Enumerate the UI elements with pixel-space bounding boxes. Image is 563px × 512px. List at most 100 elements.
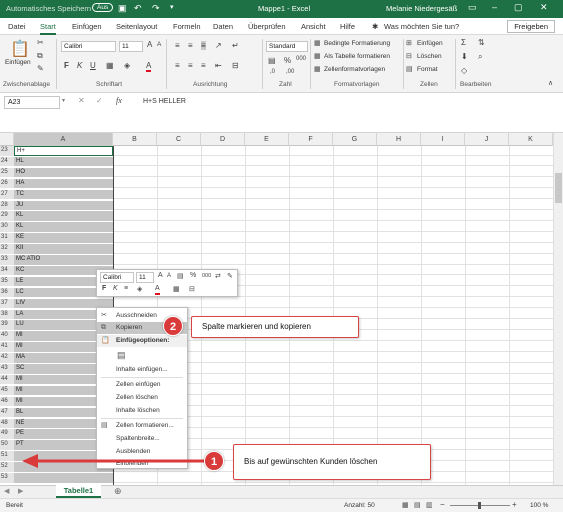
tab-seitenlayout[interactable]: Seitenlayout <box>116 22 157 31</box>
row-header[interactable]: 40 <box>0 331 14 341</box>
row-header[interactable]: 33 <box>0 255 14 265</box>
tab-hilfe[interactable]: Hilfe <box>340 22 355 31</box>
menu-item-paste-option[interactable]: ▤ <box>97 347 187 363</box>
column-header-c[interactable]: C <box>157 133 201 146</box>
table-row[interactable]: 41 MI <box>0 342 553 352</box>
search-input[interactable]: Was möchten Sie tun? <box>384 22 459 31</box>
menu-item-clear-contents[interactable]: Inhalte löschen <box>97 405 187 417</box>
table-row[interactable]: 47 BL <box>0 407 553 418</box>
row-header[interactable]: 27 <box>0 189 14 200</box>
tab-daten[interactable]: Daten <box>213 22 233 31</box>
autosave-toggle[interactable]: Aus <box>92 3 114 12</box>
tab-ansicht[interactable]: Ansicht <box>301 22 326 31</box>
align-center-icon[interactable]: ≡ <box>188 61 193 70</box>
cell-column-a[interactable]: HO <box>14 167 113 178</box>
delete-cells-button[interactable]: Löschen <box>417 53 442 60</box>
minimize-icon[interactable]: – <box>492 2 497 12</box>
format-as-table-icon[interactable]: ▦ <box>314 52 321 60</box>
cell-styles-button[interactable]: Zellenformatvorlagen <box>324 66 385 73</box>
row-header[interactable]: 47 <box>0 407 14 418</box>
row-header[interactable]: 29 <box>0 211 14 221</box>
tab-start[interactable]: Start <box>40 22 56 35</box>
bold-icon[interactable]: F <box>64 61 69 70</box>
row-header[interactable]: 31 <box>0 233 14 243</box>
table-row[interactable]: 44 MI <box>0 374 553 385</box>
close-icon[interactable]: ✕ <box>540 2 548 13</box>
autosum-icon[interactable]: Σ <box>461 38 466 47</box>
row-header[interactable]: 37 <box>0 298 14 309</box>
cell-column-a[interactable]: HL <box>14 156 113 167</box>
table-row[interactable]: 30 KL <box>0 222 553 232</box>
zoom-slider-thumb[interactable] <box>478 502 481 509</box>
table-row[interactable]: 48 NE <box>0 418 553 429</box>
row-header[interactable]: 26 <box>0 178 14 189</box>
column-header-h[interactable]: H <box>377 133 421 146</box>
table-row[interactable]: 37 LIV <box>0 298 553 309</box>
row-header[interactable]: 48 <box>0 418 14 429</box>
format-painter-icon[interactable]: ✎ <box>37 64 44 73</box>
column-header-k[interactable]: K <box>509 133 553 146</box>
currency-icon[interactable]: ▤ <box>268 56 276 65</box>
cell-column-a[interactable] <box>14 473 113 483</box>
fill-icon[interactable]: ⬇ <box>461 52 468 61</box>
row-header[interactable]: 25 <box>0 167 14 178</box>
menu-item-format-cells[interactable]: ▤ Zellen formatieren... <box>97 420 187 432</box>
page-break-icon[interactable]: ▥ <box>426 501 433 509</box>
decrease-decimal-icon[interactable]: ,00 <box>286 69 294 75</box>
scrollbar-thumb[interactable] <box>555 173 562 203</box>
tab-datei[interactable]: Datei <box>8 22 26 31</box>
cancel-icon[interactable]: ✕ <box>78 96 85 105</box>
column-header-g[interactable]: G <box>333 133 377 146</box>
sheet-next-icon[interactable]: ▶ <box>18 487 23 495</box>
row-header[interactable]: 50 <box>0 440 14 450</box>
row-header[interactable]: 23 <box>0 146 14 156</box>
cell-column-a[interactable]: MC ATIO <box>14 255 113 265</box>
insert-cells-button[interactable]: Einfügen <box>417 40 443 47</box>
mini-decimal-icon[interactable]: ⇄ <box>215 272 221 280</box>
table-row[interactable]: 43 SC <box>0 364 553 374</box>
align-bottom-icon[interactable]: ≡ <box>201 41 206 50</box>
sheet-tab-tabelle1[interactable]: Tabelle1 <box>56 485 101 498</box>
formula-input[interactable]: H+S HELLER <box>143 98 186 105</box>
table-row[interactable]: 34 KC <box>0 265 553 276</box>
cell-column-a[interactable]: TC <box>14 189 113 200</box>
row-header[interactable]: 28 <box>0 200 14 211</box>
cell-column-a[interactable]: H+ <box>14 146 113 156</box>
find-select-icon[interactable]: ⌕ <box>478 52 482 62</box>
table-row[interactable]: 23 H+ <box>0 146 553 156</box>
paste-icon[interactable]: 📋 <box>10 39 30 59</box>
row-header[interactable]: 53 <box>0 473 14 483</box>
table-row[interactable]: 24 HL <box>0 156 553 167</box>
menu-item-insert-cells[interactable]: Zellen einfügen <box>97 379 187 391</box>
border-icon[interactable]: ▦ <box>106 61 114 70</box>
table-row[interactable]: 27 TC <box>0 189 553 200</box>
cell-column-a[interactable]: KE <box>14 233 113 243</box>
redo-icon[interactable]: ↷ <box>152 3 160 14</box>
mini-align-icon[interactable]: ≡ <box>124 285 128 292</box>
font-name-select[interactable]: Calibri <box>61 41 116 52</box>
table-row[interactable]: 25 HO <box>0 167 553 178</box>
font-size-select[interactable]: 11 <box>119 41 143 52</box>
menu-item-paste-special[interactable]: Inhalte einfügen... <box>97 364 187 376</box>
table-row[interactable]: 32 KII <box>0 244 553 254</box>
table-row[interactable]: 46 MI <box>0 396 553 407</box>
table-row[interactable]: 45 MI <box>0 385 553 396</box>
cell-column-a[interactable]: KL <box>14 222 113 232</box>
qat-customize-icon[interactable]: ▾ <box>170 3 174 11</box>
row-header[interactable]: 34 <box>0 265 14 276</box>
indent-decrease-icon[interactable]: ⇤ <box>215 61 222 70</box>
align-top-icon[interactable]: ≡ <box>175 41 180 50</box>
column-header-f[interactable]: F <box>289 133 333 146</box>
orientation-icon[interactable]: ↗ <box>215 41 222 50</box>
tab-einfuegen[interactable]: Einfügen <box>72 22 102 31</box>
cell-column-a[interactable]: KL <box>14 211 113 221</box>
delete-cells-icon[interactable]: ⊟ <box>406 52 412 60</box>
tab-formeln[interactable]: Formeln <box>173 22 201 31</box>
table-row[interactable]: 36 LC <box>0 287 553 298</box>
zoom-out-icon[interactable]: − <box>440 500 445 509</box>
row-header[interactable]: 44 <box>0 374 14 385</box>
mini-format-painter-icon[interactable]: ✎ <box>227 272 233 280</box>
cell-column-a[interactable]: HA <box>14 178 113 189</box>
table-row[interactable]: 49 PE <box>0 429 553 439</box>
underline-icon[interactable]: U <box>90 61 96 70</box>
